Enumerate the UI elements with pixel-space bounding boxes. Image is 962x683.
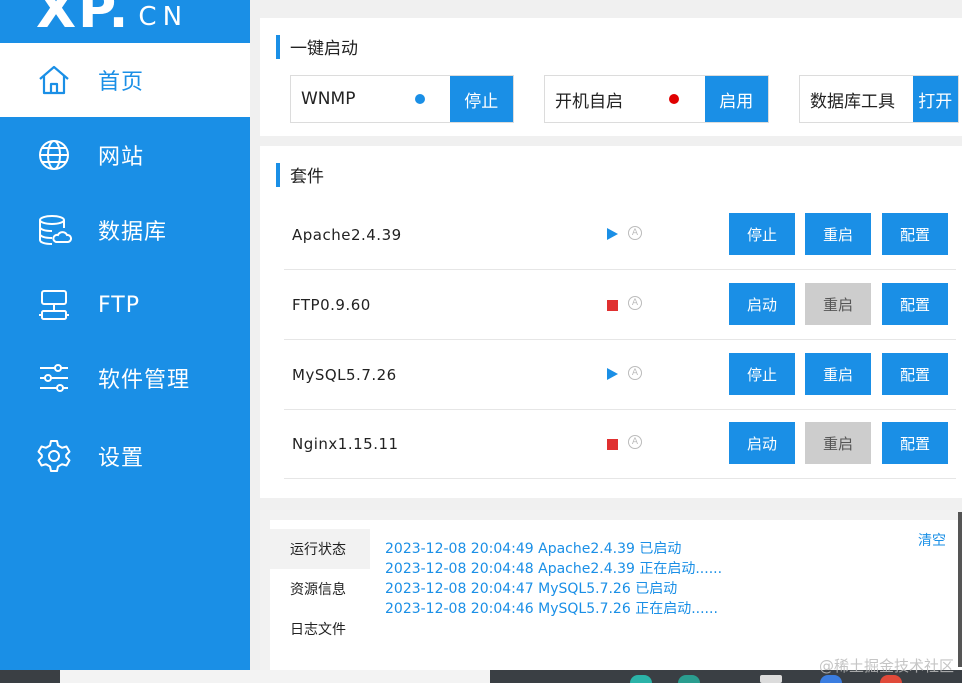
wnmp-label: WNMP	[301, 89, 356, 109]
sidebar-item-label: 设置	[98, 446, 145, 471]
home-icon	[36, 62, 72, 98]
autostart-enable-button[interactable]: 启用	[704, 76, 768, 122]
suite-title: 套件	[276, 162, 324, 187]
stopped-icon	[607, 439, 618, 450]
sidebar-item-label: 首页	[98, 70, 145, 95]
scrollbar[interactable]	[958, 512, 962, 667]
wnmp-label-box: WNMP	[291, 76, 450, 122]
app-icon[interactable]	[630, 675, 652, 683]
status-dot	[669, 94, 679, 104]
sidebar: XP. CN 首页 网站 数据库 FTP 软件管理 设置	[0, 0, 250, 670]
table-row: FTP0.9.60 A 启动 重启 配置	[284, 270, 956, 340]
app-icon[interactable]	[880, 675, 902, 683]
auto-start-icon[interactable]: A	[628, 366, 642, 380]
tab-log-files[interactable]: 日志文件	[270, 609, 370, 649]
log-line: 2023-12-08 20:04:48 Apache2.4.39 正在启动...…	[385, 561, 723, 577]
auto-start-icon[interactable]: A	[628, 226, 642, 240]
restart-button[interactable]: 重启	[805, 283, 871, 325]
table-row: MySQL5.7.26 A 停止 重启 配置	[284, 340, 956, 410]
log-content: 2023-12-08 20:04:49 Apache2.4.39 已启动 202…	[370, 520, 962, 670]
quickstart-autostart: 开机自启 启用	[544, 75, 769, 123]
sliders-icon	[36, 360, 72, 396]
autostart-label: 开机自启	[555, 91, 623, 112]
service-name: Apache2.4.39	[292, 226, 402, 244]
quickstart-title: 一键启动	[276, 34, 358, 59]
stop-button[interactable]: 停止	[729, 353, 795, 395]
ftp-server-icon	[36, 287, 72, 323]
auto-start-icon[interactable]: A	[628, 435, 642, 449]
sidebar-item-label: 网站	[98, 145, 145, 170]
sidebar-item-label: FTP	[98, 292, 140, 318]
sidebar-item-ftp[interactable]: FTP	[0, 268, 250, 342]
sidebar-item-label: 数据库	[98, 220, 168, 245]
auto-start-icon[interactable]: A	[628, 296, 642, 310]
sidebar-item-label: 软件管理	[98, 368, 191, 393]
gear-icon	[36, 438, 72, 474]
stop-button[interactable]: 停止	[729, 213, 795, 255]
sidebar-item-database[interactable]: 数据库	[0, 193, 250, 267]
sidebar-item-software[interactable]: 软件管理	[0, 341, 250, 415]
app-icon[interactable]	[678, 675, 700, 683]
table-row: Nginx1.15.11 A 启动 重启 配置	[284, 409, 956, 479]
title-bar	[276, 34, 280, 59]
sidebar-item-settings[interactable]: 设置	[0, 419, 250, 493]
quickstart-wnmp: WNMP 停止	[290, 75, 514, 123]
globe-icon	[36, 137, 72, 173]
stopped-icon	[607, 300, 618, 311]
database-icon	[36, 212, 72, 248]
watermark: @稀土掘金技术社区	[818, 657, 954, 675]
restart-button[interactable]: 重启	[805, 213, 871, 255]
service-name: MySQL5.7.26	[292, 366, 397, 384]
logo-main: XP.	[36, 0, 131, 40]
log-panel: 运行状态 资源信息 日志文件 2023-12-08 20:04:49 Apach…	[260, 510, 962, 670]
app-logo: XP. CN	[36, 0, 189, 40]
dbtool-label: 数据库工具	[810, 91, 895, 112]
table-row: Apache2.4.39 A 停止 重启 配置	[284, 200, 956, 270]
dbtool-label-box: 数据库工具	[800, 76, 913, 122]
dbtool-open-button[interactable]: 打开	[912, 76, 958, 122]
running-icon	[607, 228, 618, 240]
taskbar-search-box[interactable]	[60, 670, 490, 683]
running-icon	[607, 368, 618, 380]
config-button[interactable]: 配置	[882, 213, 948, 255]
log-line: 2023-12-08 20:04:46 MySQL5.7.26 正在启动....…	[385, 601, 718, 617]
quickstart-dbtool: 数据库工具 打开	[799, 75, 959, 123]
restart-button[interactable]: 重启	[805, 353, 871, 395]
config-button[interactable]: 配置	[882, 353, 948, 395]
sidebar-item-home[interactable]: 首页	[0, 43, 250, 117]
clear-log-button[interactable]: 清空	[918, 530, 946, 550]
suite-panel: 套件 Apache2.4.39 A 停止 重启 配置 FTP0.9.60 A 启…	[260, 146, 962, 498]
tab-resource-info[interactable]: 资源信息	[270, 569, 370, 609]
service-name: Nginx1.15.11	[292, 435, 399, 453]
service-name: FTP0.9.60	[292, 296, 371, 314]
sidebar-item-websites[interactable]: 网站	[0, 118, 250, 192]
tab-run-status[interactable]: 运行状态	[270, 529, 370, 569]
config-button[interactable]: 配置	[882, 422, 948, 464]
logo-suffix: CN	[138, 2, 189, 32]
autostart-label-box: 开机自启	[545, 76, 705, 122]
log-line: 2023-12-08 20:04:49 Apache2.4.39 已启动	[385, 541, 682, 557]
status-dot	[415, 94, 425, 104]
wnmp-stop-button[interactable]: 停止	[449, 76, 513, 122]
quickstart-title-text: 一键启动	[290, 39, 358, 59]
restart-button[interactable]: 重启	[805, 422, 871, 464]
taskbar	[0, 670, 962, 683]
suite-title-text: 套件	[290, 167, 324, 187]
start-button[interactable]: 启动	[729, 283, 795, 325]
app-icon[interactable]	[820, 675, 842, 683]
config-button[interactable]: 配置	[882, 283, 948, 325]
start-button[interactable]: 启动	[729, 422, 795, 464]
app-icon[interactable]	[760, 675, 782, 683]
log-tabs: 运行状态 资源信息 日志文件	[270, 520, 370, 670]
log-line: 2023-12-08 20:04:47 MySQL5.7.26 已启动	[385, 581, 678, 597]
title-bar	[276, 162, 280, 187]
